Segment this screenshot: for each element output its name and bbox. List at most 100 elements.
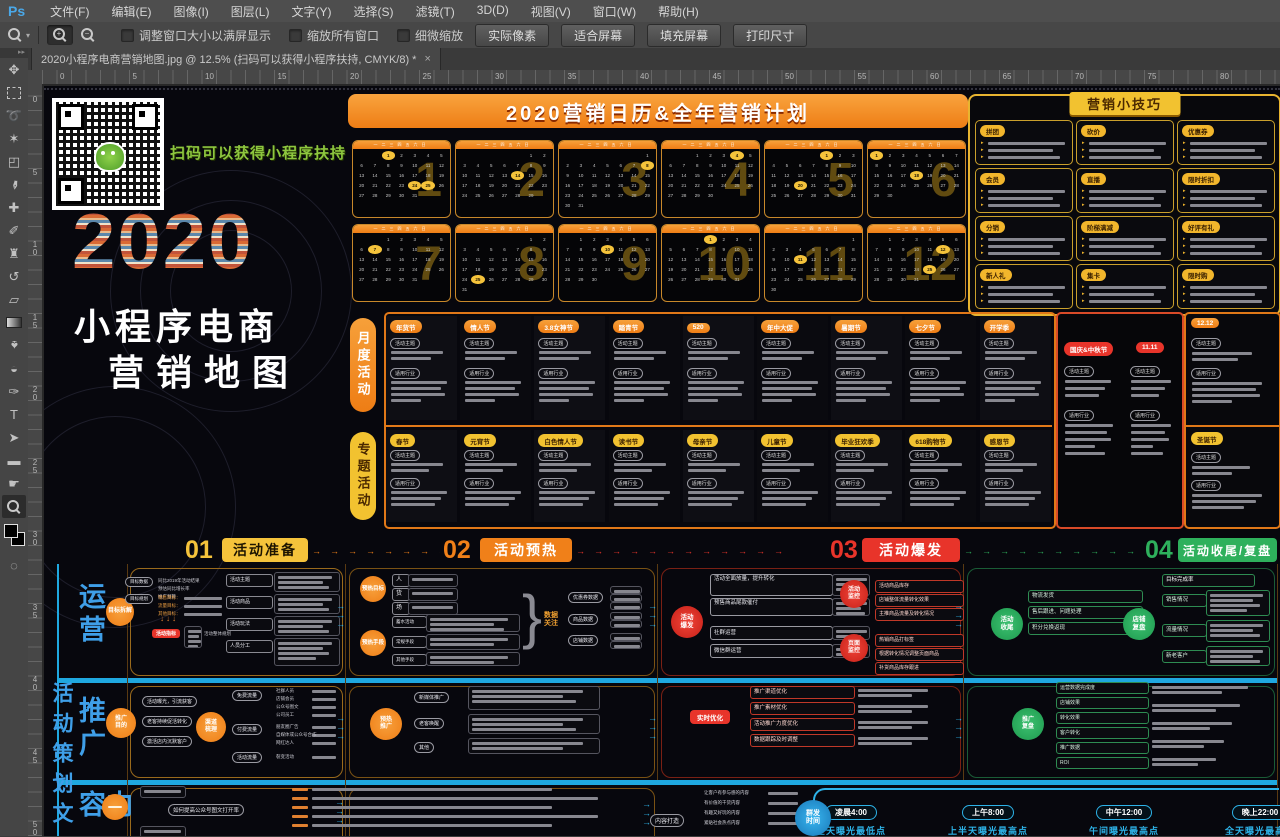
gradient-tool[interactable] <box>2 311 26 334</box>
menu-图像(I)[interactable]: 图像(I) <box>162 3 219 20</box>
button-填充屏幕[interactable]: 填充屏幕 <box>647 24 721 47</box>
menu-视图(V)[interactable]: 视图(V) <box>520 3 582 20</box>
box-活动主题: 活动主题 <box>226 574 273 587</box>
text-社群人员: 社群人员 <box>276 688 294 694</box>
shape-tool[interactable]: ▬ <box>2 449 26 472</box>
event-tag: 毕业狂欢季 <box>835 434 880 447</box>
menu-图层(L)[interactable]: 图层(L) <box>220 3 281 20</box>
text-}: } <box>522 582 542 652</box>
checkbox-1[interactable]: 缩放所有窗口 <box>289 27 379 44</box>
monthly-event-年中大促: 年中大促活动主题适用行业 <box>757 316 828 420</box>
pill-目标规划: 目标规划 <box>125 594 153 604</box>
time-label: 全天曝光最高点 <box>1194 824 1280 836</box>
menu-编辑(E)[interactable]: 编辑(E) <box>100 3 162 20</box>
node-推广复盘: 推广复盘 <box>1012 708 1044 740</box>
menu-滤镜(T)[interactable]: 滤镜(T) <box>404 3 465 20</box>
event-tag: 白色情人节 <box>538 434 583 447</box>
phase-label-02: 活动预热 <box>480 538 572 562</box>
panel-collapse-icon[interactable]: ▸▸ <box>0 48 28 58</box>
menu-选择(S)[interactable]: 选择(S) <box>342 3 404 20</box>
path-selection-tool[interactable]: ➤ <box>2 426 26 449</box>
tip-card-拼团: 拼团▸▸▸ <box>975 120 1073 165</box>
brush-tool[interactable]: ✐ <box>2 219 26 242</box>
phase-number-01: 01 <box>185 538 213 562</box>
calendar-month-7: 一二三四五六日712345678910111213141516171819202… <box>352 224 451 302</box>
event-tag: 暑期节 <box>835 320 867 333</box>
dodge-tool[interactable]: ◒ <box>2 357 26 380</box>
checkbox-0[interactable]: 调整窗口大小以满屏显示 <box>121 27 271 44</box>
crop-tool[interactable]: ◰ <box>2 150 26 173</box>
special-event-儿童节: 儿童节活动主题适用行业 <box>757 430 828 522</box>
event-tag: 儿童节 <box>761 434 793 447</box>
flow-arrows-icon: →→→ <box>648 602 657 629</box>
phase-number-02: 02 <box>443 538 471 562</box>
row-label-promotion: 推广 <box>76 696 103 762</box>
calendar-month-8: 一二三四五六日812345678910111213141516171819202… <box>455 224 554 302</box>
zoom-in-button[interactable]: + <box>47 25 73 45</box>
pen-tool[interactable]: ✑ <box>2 380 26 403</box>
monthly-band-label: 月度活动 <box>350 318 376 412</box>
box-活动推广力度优化: 活动推广力度优化 <box>750 718 855 731</box>
type-tool[interactable]: T <box>2 403 26 426</box>
button-实际像素[interactable]: 实际像素 <box>475 24 549 47</box>
node-实时优化: 实时优化 <box>690 710 730 724</box>
text-网红达人: 网红达人 <box>276 740 294 746</box>
move-tool[interactable]: ✥ <box>2 58 26 81</box>
event-tag: 国庆&中秋节 <box>1064 342 1113 356</box>
button-适合屏幕[interactable]: 适合屏幕 <box>561 24 635 47</box>
blur-tool[interactable]: ♠ <box>2 334 26 357</box>
menu-窗口(W)[interactable]: 窗口(W) <box>582 3 647 20</box>
magic-wand-tool[interactable]: ✶ <box>2 127 26 150</box>
event-tag: 读书节 <box>613 434 645 447</box>
box-物流发货: 物流发货 <box>1028 590 1143 603</box>
detail-box <box>426 614 520 632</box>
box-热销商品打标签: 热销商品打标签 <box>875 634 964 647</box>
node-店铺复盘: 店铺复盘 <box>1123 608 1155 640</box>
menu-帮助(H)[interactable]: 帮助(H) <box>647 3 710 20</box>
foreground-color-swatch[interactable] <box>4 524 18 538</box>
pill-活动流量: 活动流量 <box>232 752 262 763</box>
checkbox-2[interactable]: 细微缩放 <box>397 27 463 44</box>
flow-arrows-icon: →→→ <box>642 800 651 827</box>
node-页面监控: 页面监控 <box>840 634 868 662</box>
text-↓↓↓: ↓↓↓ <box>160 614 178 623</box>
box-人员分工: 人员分工 <box>226 640 273 653</box>
pill-付费流量: 付费流量 <box>232 724 262 735</box>
tip-card-直播: 直播▸▸▸ <box>1076 168 1174 213</box>
button-打印尺寸[interactable]: 打印尺寸 <box>733 24 807 47</box>
menu-3D(D)[interactable]: 3D(D) <box>466 3 520 20</box>
detail-box <box>184 626 202 648</box>
time-pill: 晚上22:00 <box>1232 805 1280 820</box>
tab-close-icon[interactable]: × <box>424 53 430 65</box>
tool-preset-caret[interactable]: ▾ <box>26 31 30 40</box>
zoom-tool[interactable] <box>2 495 26 518</box>
calendar-month-11: 一二三四五六日111234567891011121314151617181920… <box>764 224 863 302</box>
time-slot-晚上22:00: 晚上22:00 全天曝光最高点 <box>1194 802 1280 836</box>
history-brush-tool[interactable]: ↺ <box>2 265 26 288</box>
lasso-tool[interactable]: ➰ <box>2 104 26 127</box>
clone-stamp-tool[interactable]: ♜ <box>2 242 26 265</box>
healing-brush-tool[interactable]: ✚ <box>2 196 26 219</box>
eyedropper-tool[interactable]: ✒ <box>2 173 26 196</box>
tip-card-新人礼: 新人礼▸▸▸ <box>975 264 1073 309</box>
document-tab[interactable]: 2020小程序电商营销地图.jpg @ 12.5% (扫码可以获得小程序扶持, … <box>31 48 441 70</box>
quick-mask-icon[interactable]: ◌ <box>2 554 26 577</box>
box-客户转化: 客户转化 <box>1056 727 1149 739</box>
menu-bar: Ps 文件(F)编辑(E)图像(I)图层(L)文字(Y)选择(S)滤镜(T)3D… <box>0 0 1280 23</box>
color-swatches[interactable] <box>0 520 28 554</box>
canvas-area: 扫码可以获得小程序扶持 2020 小程序电商 营销地图 2020营销日历&全年营… <box>42 84 1280 836</box>
box-根据转化情况调整页面商品: 根据转化情况调整页面商品 <box>875 648 964 661</box>
special-event-读书节: 读书节活动主题适用行业 <box>609 430 680 522</box>
box-推广数据: 推广数据 <box>1056 742 1149 754</box>
box-数据跟踪及时调整: 数据跟踪及时调整 <box>750 734 855 747</box>
detail-box <box>408 588 458 601</box>
hand-tool[interactable]: ☛ <box>2 472 26 495</box>
tip-card-砍价: 砍价▸▸▸ <box>1076 120 1174 165</box>
zoom-out-button[interactable]: − <box>75 25 101 45</box>
phase-label-03: 活动爆发 <box>862 538 960 562</box>
marquee-tool[interactable] <box>2 81 26 104</box>
menu-文字(Y)[interactable]: 文字(Y) <box>280 3 342 20</box>
menu-文件(F)[interactable]: 文件(F) <box>39 3 100 20</box>
eraser-tool[interactable]: ▱ <box>2 288 26 311</box>
options-bar: ▾ + − 调整窗口大小以满屏显示 缩放所有窗口 细微缩放 实际像素适合屏幕填充屏幕… <box>0 22 1280 49</box>
